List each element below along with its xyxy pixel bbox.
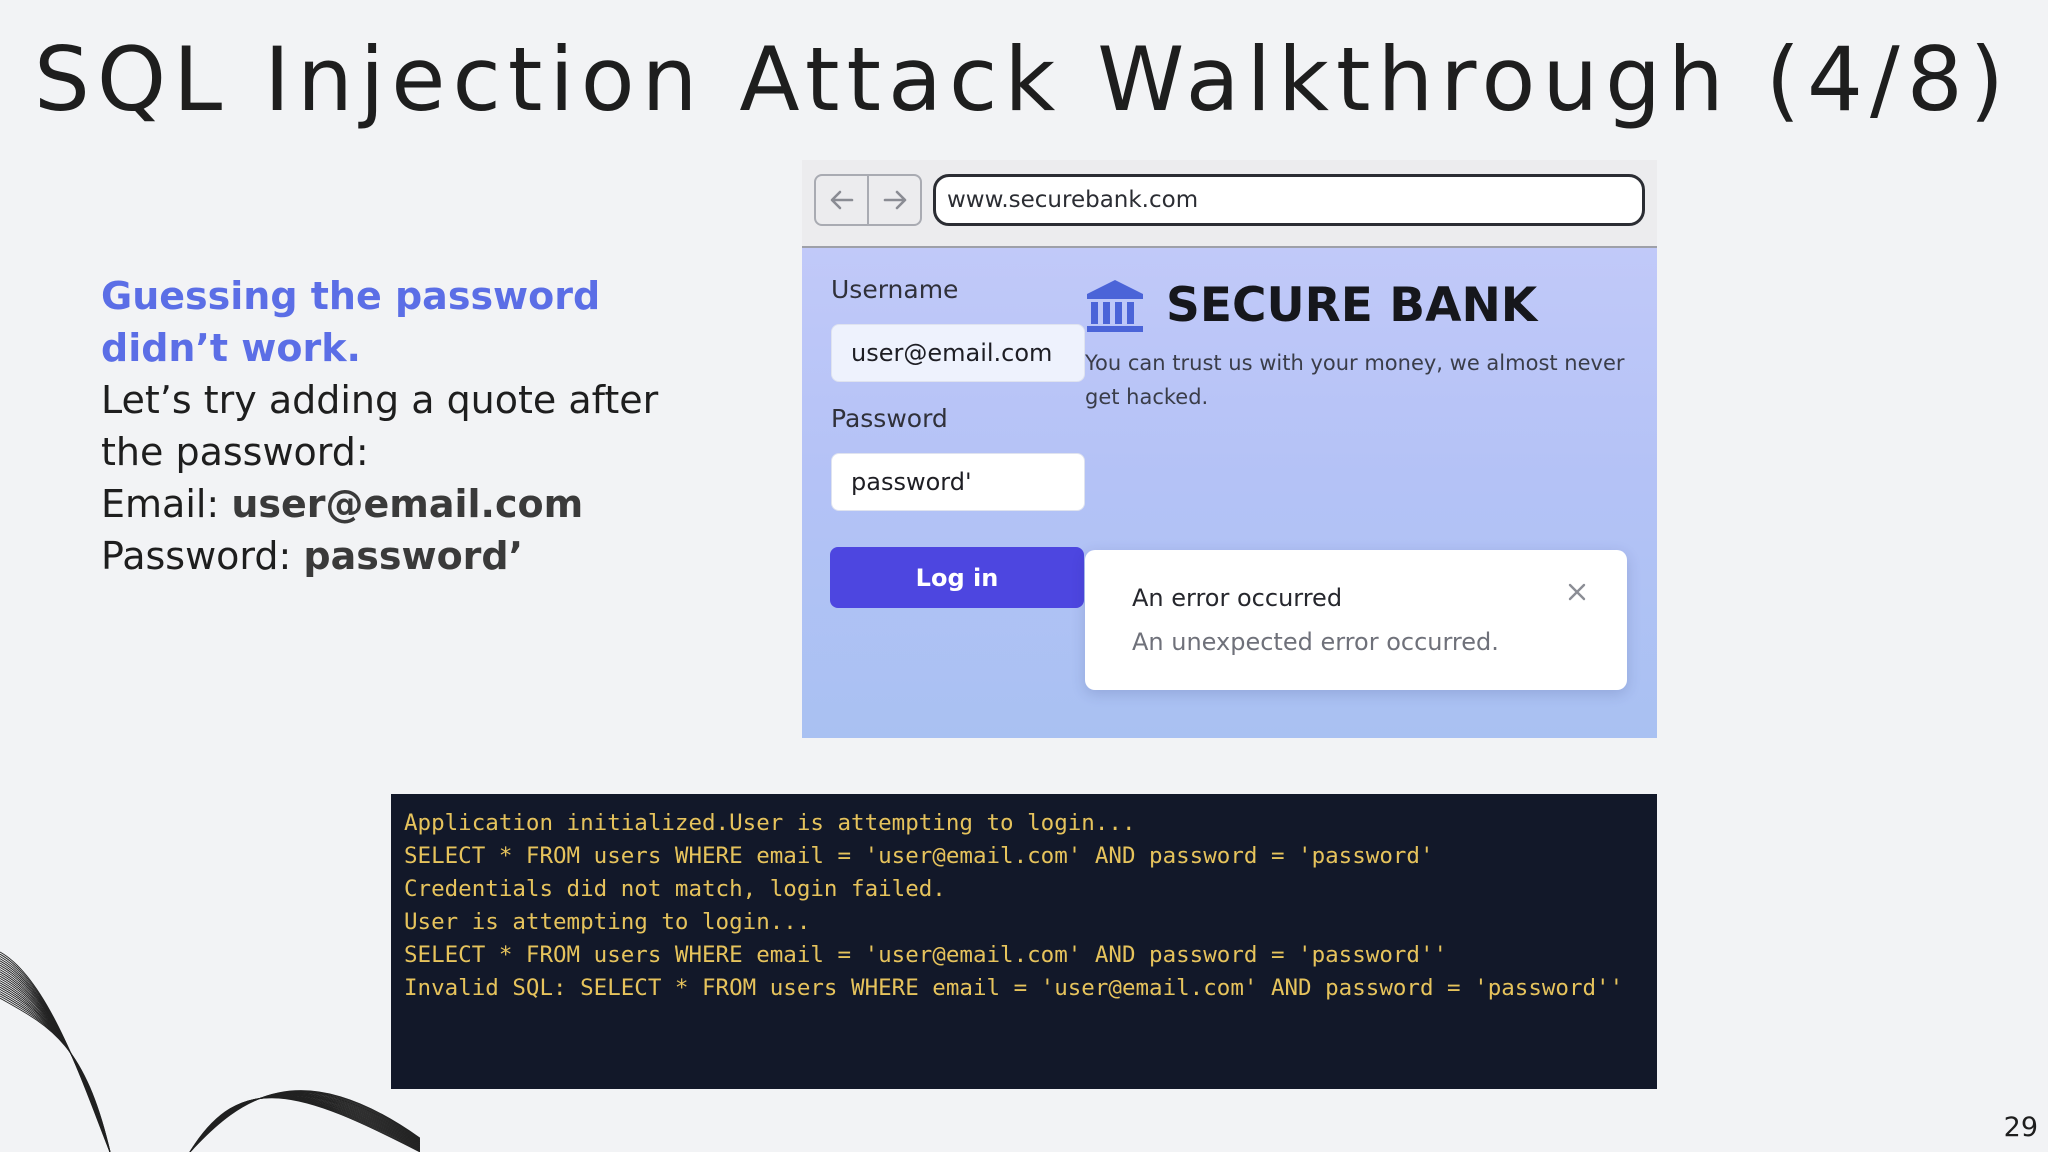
- password-input[interactable]: password': [831, 453, 1085, 511]
- explanation-password-line: Password: password’: [101, 530, 721, 582]
- toast-title: An error occurred: [1132, 584, 1343, 612]
- username-input[interactable]: user@email.com: [831, 324, 1085, 382]
- page-number: 29: [2003, 1112, 2038, 1143]
- close-icon[interactable]: [1565, 580, 1589, 604]
- explanation-line-3: Let’s try adding a quote after: [101, 378, 659, 422]
- explanation-line-4: the password:: [101, 430, 369, 474]
- decorative-wave-lines: [0, 951, 420, 1152]
- browser-window: www.securebank.com Username user@email.c…: [802, 160, 1657, 738]
- login-button[interactable]: Log in: [830, 547, 1084, 608]
- bank-name: SECURE BANK: [1166, 278, 1538, 333]
- bank-tagline: You can trust us with your money, we alm…: [1085, 351, 1625, 409]
- arrow-left-icon: [830, 190, 853, 210]
- email-value: user@email.com: [231, 482, 584, 526]
- browser-toolbar: www.securebank.com: [802, 160, 1657, 248]
- toast-message: An unexpected error occurred.: [1132, 628, 1499, 656]
- email-label: Email:: [101, 482, 232, 526]
- slide-title: SQL Injection Attack Walkthrough (4/8): [34, 28, 2012, 131]
- terminal-line: Application initialized.User is attempti…: [404, 810, 1136, 836]
- explanation-highlight-line-1: Guessing the password: [101, 274, 601, 318]
- bank-building-icon: [1087, 280, 1143, 332]
- explanation-text: Guessing the password didn’t work. Let’s…: [101, 270, 721, 582]
- username-label: Username: [831, 275, 959, 304]
- error-toast: An error occurred An unexpected error oc…: [1085, 550, 1627, 690]
- back-button[interactable]: [816, 176, 867, 224]
- explanation-highlight-line-2: didn’t work.: [101, 326, 361, 370]
- terminal-line: User is attempting to login...: [404, 909, 811, 935]
- terminal-line: Invalid SQL: SELECT * FROM users WHERE e…: [404, 975, 1624, 1001]
- nav-button-group: [814, 174, 922, 226]
- forward-button[interactable]: [867, 176, 920, 224]
- password-field-label: Password: [831, 404, 948, 433]
- terminal-log: Application initialized.User is attempti…: [391, 794, 1657, 1089]
- arrow-right-icon: [883, 190, 906, 210]
- terminal-line: SELECT * FROM users WHERE email = 'user@…: [404, 843, 1434, 869]
- password-value: password’: [303, 534, 524, 578]
- address-bar[interactable]: www.securebank.com: [933, 174, 1645, 226]
- terminal-line: SELECT * FROM users WHERE email = 'user@…: [404, 942, 1448, 968]
- password-label: Password:: [101, 534, 304, 578]
- terminal-line: Credentials did not match, login failed.: [404, 876, 946, 902]
- explanation-email-line: Email: user@email.com: [101, 478, 721, 530]
